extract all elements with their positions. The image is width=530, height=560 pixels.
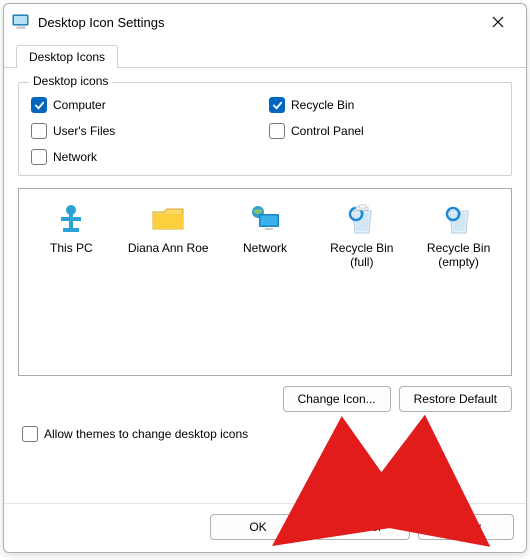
tab-desktop-icons[interactable]: Desktop Icons bbox=[16, 45, 118, 68]
monitor-icon bbox=[53, 201, 89, 237]
icon-recycle-full[interactable]: Recycle Bin (full) bbox=[317, 201, 406, 269]
cancel-button[interactable]: Cancel bbox=[314, 514, 410, 540]
allow-themes-checkbox[interactable]: Allow themes to change desktop icons bbox=[22, 426, 512, 442]
checkbox-label: Control Panel bbox=[291, 124, 364, 138]
group-legend: Desktop icons bbox=[29, 74, 112, 88]
icon-label: Recycle Bin (full) bbox=[317, 241, 406, 269]
close-button[interactable] bbox=[478, 8, 518, 36]
check-icon bbox=[22, 426, 38, 442]
checkbox-label: Computer bbox=[53, 98, 106, 112]
desktop-icons-group: Desktop icons Computer Recycle Bin User'… bbox=[18, 82, 512, 176]
checkbox-network[interactable]: Network bbox=[31, 149, 261, 165]
checkbox-recycle-bin[interactable]: Recycle Bin bbox=[269, 97, 499, 113]
app-icon bbox=[12, 13, 30, 31]
restore-default-button[interactable]: Restore Default bbox=[399, 386, 512, 412]
checkbox-computer[interactable]: Computer bbox=[31, 97, 261, 113]
folder-icon bbox=[150, 201, 186, 237]
icon-user-folder[interactable]: Diana Ann Roe bbox=[124, 201, 213, 255]
dialog-window: Desktop Icon Settings Desktop Icons Desk… bbox=[3, 3, 527, 553]
check-icon bbox=[31, 149, 47, 165]
dialog-footer: OK Cancel Apply bbox=[4, 503, 526, 552]
check-icon bbox=[31, 97, 47, 113]
change-icon-button[interactable]: Change Icon... bbox=[283, 386, 391, 412]
recycle-bin-full-icon bbox=[344, 201, 380, 237]
checkbox-users-files[interactable]: User's Files bbox=[31, 123, 261, 139]
icon-label: Recycle Bin (empty) bbox=[414, 241, 503, 269]
icon-recycle-empty[interactable]: Recycle Bin (empty) bbox=[414, 201, 503, 269]
icon-buttons-row: Change Icon... Restore Default bbox=[18, 386, 512, 412]
icon-network[interactable]: Network bbox=[221, 201, 310, 255]
network-icon bbox=[247, 201, 283, 237]
checkbox-grid: Computer Recycle Bin User's Files Contro… bbox=[31, 97, 499, 165]
icon-label: Diana Ann Roe bbox=[128, 241, 209, 255]
icon-label: Network bbox=[243, 241, 287, 255]
checkbox-label: Recycle Bin bbox=[291, 98, 354, 112]
icon-label: This PC bbox=[50, 241, 93, 255]
check-icon bbox=[31, 123, 47, 139]
recycle-bin-empty-icon bbox=[441, 201, 477, 237]
apply-button[interactable]: Apply bbox=[418, 514, 514, 540]
window-title: Desktop Icon Settings bbox=[38, 15, 478, 30]
titlebar: Desktop Icon Settings bbox=[4, 4, 526, 38]
icon-preview-pane: This PC Diana Ann Roe bbox=[18, 188, 512, 376]
icon-this-pc[interactable]: This PC bbox=[27, 201, 116, 255]
tab-content: Desktop icons Computer Recycle Bin User'… bbox=[4, 68, 526, 503]
checkbox-label: Allow themes to change desktop icons bbox=[44, 427, 248, 441]
check-icon bbox=[269, 97, 285, 113]
tab-strip: Desktop Icons bbox=[4, 38, 526, 68]
checkbox-label: User's Files bbox=[53, 124, 115, 138]
check-icon bbox=[269, 123, 285, 139]
checkbox-control-panel[interactable]: Control Panel bbox=[269, 123, 499, 139]
checkbox-label: Network bbox=[53, 150, 97, 164]
ok-button[interactable]: OK bbox=[210, 514, 306, 540]
